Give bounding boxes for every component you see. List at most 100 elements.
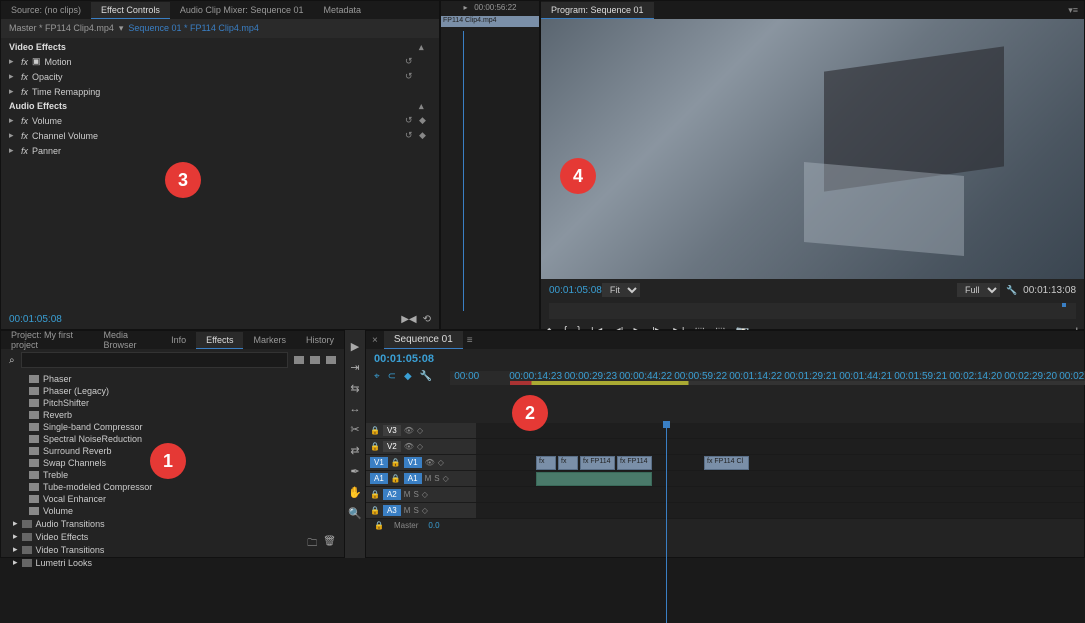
keyframe-icon[interactable]: ◆ — [419, 130, 431, 141]
tab-sequence[interactable]: Sequence 01 — [384, 331, 463, 349]
reset-icon[interactable]: ↺ — [405, 130, 417, 141]
zoom-tool-icon[interactable]: 🔍 — [348, 507, 362, 520]
effect-panner[interactable]: ▸fx Panner — [1, 143, 439, 158]
effect-pitchshifter[interactable]: PitchShifter — [13, 397, 332, 409]
zoom-fit-select[interactable]: Fit — [602, 283, 640, 297]
timeline-clip[interactable]: fx — [536, 456, 556, 470]
track-select-tool-icon[interactable]: ⇥ — [350, 361, 359, 374]
effect-time-remapping[interactable]: ▸fx Time Remapping — [1, 84, 439, 99]
track-v3[interactable]: 🔒V3👁◇ — [366, 423, 1084, 439]
pen-tool-icon[interactable]: ✒ — [350, 465, 359, 478]
effects-search-row: ⌕ — [1, 349, 344, 371]
resolution-select[interactable]: Full — [957, 283, 1000, 297]
timeline-playhead[interactable] — [666, 423, 667, 623]
toggle-track-icon[interactable]: ▴ — [419, 42, 431, 53]
project-tab-bar: Project: My first project Media Browser … — [1, 331, 344, 349]
loop-icon[interactable]: ⟲ — [423, 314, 431, 325]
panel-menu-icon[interactable]: ≡ — [463, 335, 477, 346]
slip-tool-icon[interactable]: ⇄ — [350, 444, 359, 457]
mini-playhead[interactable] — [463, 31, 464, 311]
track-a1[interactable]: A1🔒A1MS◇ — [366, 471, 1084, 487]
annotation-circle-1: 1 — [150, 443, 186, 479]
timeline-clip[interactable]: fx — [558, 456, 578, 470]
preset-bin-icon[interactable] — [294, 356, 304, 364]
audio-effects-header[interactable]: Audio Effects ▴ — [1, 99, 439, 113]
hand-tool-icon[interactable]: ✋ — [348, 486, 362, 499]
effect-controls-timecode[interactable]: 00:01:05:08 — [9, 314, 62, 325]
settings-icon[interactable]: 🔧 — [1006, 285, 1017, 296]
preset-bin-icon[interactable] — [326, 356, 336, 364]
tab-history[interactable]: History — [296, 332, 344, 348]
tab-effects[interactable]: Effects — [196, 332, 243, 349]
tab-program[interactable]: Program: Sequence 01 — [541, 2, 654, 19]
program-scrubber[interactable] — [549, 303, 1076, 319]
effect-channel-volume[interactable]: ▸fx Channel Volume ↺ ◆ — [1, 128, 439, 143]
effect-tree: Video Effects ▴ ▸fx ▣ Motion ↺ ▸fx Opaci… — [1, 38, 439, 160]
tab-info[interactable]: Info — [161, 332, 196, 348]
tab-markers[interactable]: Markers — [243, 332, 296, 348]
delete-icon[interactable]: 🗑 — [323, 536, 336, 553]
effect-singleband-compressor[interactable]: Single-band Compressor — [13, 421, 332, 433]
sequence-clip-link[interactable]: Sequence 01 * FP114 Clip4.mp4 — [128, 23, 258, 33]
timeline-clip[interactable]: fx FP114 — [617, 456, 652, 470]
settings-icon[interactable]: 🔧 — [420, 371, 432, 385]
ripple-edit-tool-icon[interactable]: ⇆ — [350, 382, 359, 395]
reset-icon[interactable]: ↺ — [405, 115, 417, 126]
linked-selection-icon[interactable]: ⊂ — [388, 371, 396, 385]
new-bin-icon[interactable]: 🗀 — [307, 536, 317, 553]
rate-stretch-tool-icon[interactable]: ↔ — [350, 403, 361, 415]
tab-media-browser[interactable]: Media Browser — [94, 327, 162, 353]
timeline-clip[interactable]: fx FP114 — [580, 456, 615, 470]
timeline-clip[interactable]: fx FP114 Cl — [704, 456, 749, 470]
play-icon[interactable]: ▶◀ — [401, 314, 416, 325]
track-a2[interactable]: 🔒A2MS◇ — [366, 487, 1084, 503]
panel-menu-icon[interactable]: ▾≡ — [1062, 5, 1084, 16]
toggle-track-icon[interactable]: ▴ — [419, 101, 431, 112]
folder-video-effects[interactable]: ▸Video Effects — [13, 530, 332, 543]
effect-controls-panel: Source: (no clips) Effect Controls Audio… — [0, 0, 440, 330]
effects-search-input[interactable] — [21, 352, 288, 368]
effect-controls-timeline[interactable]: ▸ 00:00:56:22 FP114 Clip4.mp4 — [440, 0, 540, 330]
effect-volume-fx[interactable]: Volume — [13, 505, 332, 517]
effect-vocal-enhancer[interactable]: Vocal Enhancer — [13, 493, 332, 505]
program-timecode-current[interactable]: 00:01:05:08 — [549, 285, 602, 296]
folder-audio-transitions[interactable]: ▸Audio Transitions — [13, 517, 332, 530]
reset-icon[interactable]: ↺ — [405, 56, 417, 67]
keyframe-icon[interactable]: ◆ — [419, 115, 431, 126]
track-v1[interactable]: V1🔒V1👁◇ fx fx fx FP114 fx FP114 fx FP114… — [366, 455, 1084, 471]
timeline-clip[interactable] — [536, 472, 652, 486]
program-scrubber-head[interactable] — [1062, 303, 1066, 307]
effect-phaser[interactable]: Phaser — [13, 373, 332, 385]
folder-video-transitions[interactable]: ▸Video Transitions — [13, 543, 332, 556]
mini-timeline-clip[interactable]: FP114 Clip4.mp4 — [441, 16, 539, 27]
track-v2[interactable]: 🔒V2👁◇ — [366, 439, 1084, 455]
tab-metadata[interactable]: Metadata — [313, 2, 371, 18]
tab-audio-mixer[interactable]: Audio Clip Mixer: Sequence 01 — [170, 2, 314, 18]
effect-reverb[interactable]: Reverb — [13, 409, 332, 421]
timeline-timecode[interactable]: 00:01:05:08 — [374, 353, 434, 365]
timeline-ruler[interactable]: 00:00 00:00:14:23 00:00:29:23 00:00:44:2… — [450, 371, 1085, 385]
marker-icon[interactable]: ◆ — [404, 371, 412, 385]
video-effects-header[interactable]: Video Effects ▴ — [1, 40, 439, 54]
track-a3[interactable]: 🔒A3MS◇ — [366, 503, 1084, 519]
program-video-display[interactable] — [541, 19, 1084, 279]
effect-motion[interactable]: ▸fx ▣ Motion ↺ — [1, 54, 439, 69]
master-value[interactable]: 0.0 — [428, 521, 439, 530]
source-tab-bar: Source: (no clips) Effect Controls Audio… — [1, 1, 439, 19]
reset-icon[interactable]: ↺ — [405, 71, 417, 82]
tab-effect-controls[interactable]: Effect Controls — [91, 2, 170, 19]
tab-source[interactable]: Source: (no clips) — [1, 2, 91, 18]
program-tab-bar: Program: Sequence 01 ▾≡ — [541, 1, 1084, 19]
preset-bin-icon[interactable] — [310, 356, 320, 364]
razor-tool-icon[interactable]: ✂ — [350, 423, 359, 436]
effect-volume[interactable]: ▸fx Volume ↺ ◆ — [1, 113, 439, 128]
effect-phaser-legacy[interactable]: Phaser (Legacy) — [13, 385, 332, 397]
effect-opacity[interactable]: ▸fx Opacity ↺ — [1, 69, 439, 84]
timeline-master-row: 🔒 Master 0.0 — [366, 519, 1084, 532]
program-monitor-panel: Program: Sequence 01 ▾≡ 00:01:05:08 Fit … — [540, 0, 1085, 330]
snap-icon[interactable]: ⌖ — [374, 371, 380, 385]
selection-tool-icon[interactable]: ▶ — [351, 340, 359, 353]
effect-tube-compressor[interactable]: Tube-modeled Compressor — [13, 481, 332, 493]
tab-project[interactable]: Project: My first project — [1, 327, 94, 353]
annotation-circle-4: 4 — [560, 158, 596, 194]
